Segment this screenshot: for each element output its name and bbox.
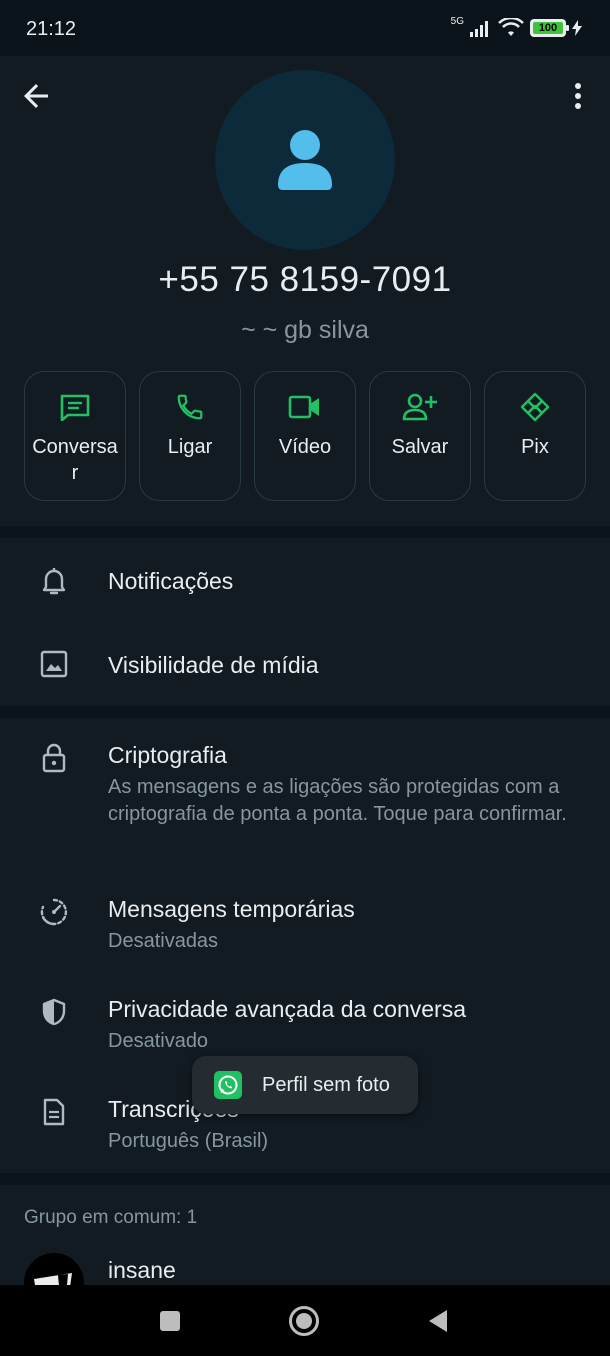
group-name: insane	[108, 1257, 176, 1283]
advanced-privacy-row[interactable]: Privacidade avançada da conversa Desativ…	[0, 978, 610, 1068]
notifications-row[interactable]: Notificações	[0, 538, 610, 622]
contact-push-name: ~ ~ gb silva	[241, 316, 369, 344]
triangle-back-icon	[429, 1310, 447, 1332]
status-icons: 5G 100	[450, 15, 582, 38]
profile-header: +55 75 8159-7091 ~ ~ gb silva Conversar …	[0, 56, 610, 526]
call-button[interactable]: Ligar	[139, 371, 241, 501]
bell-icon	[38, 565, 70, 597]
video-icon	[288, 395, 319, 419]
pix-button[interactable]: Pix	[484, 371, 586, 501]
navigation-bar	[0, 1285, 610, 1356]
lock-icon	[38, 742, 70, 774]
transcripts-language: Português (Brasil)	[108, 1130, 269, 1152]
status-bar: 21:12 5G 100	[0, 0, 610, 56]
encryption-description: As mensagens e as ligações são protegida…	[108, 776, 567, 825]
battery-level: 100	[538, 22, 558, 34]
notifications-label: Notificações	[108, 568, 234, 594]
toast: Perfil sem foto	[192, 1056, 418, 1114]
network-label: 5G	[450, 15, 464, 27]
status-time: 21:12	[26, 18, 77, 40]
phone-icon	[177, 394, 203, 420]
square-icon	[160, 1311, 180, 1331]
contact-phone: +55 75 8159-7091	[158, 260, 452, 299]
more-vert-icon	[575, 83, 581, 109]
whatsapp-icon	[214, 1071, 242, 1099]
media-visibility-row[interactable]: Visibilidade de mídia	[0, 622, 610, 706]
save-contact-button[interactable]: Salvar	[369, 371, 471, 501]
toast-text: Perfil sem foto	[262, 1073, 390, 1096]
pix-icon	[520, 392, 550, 422]
contact-avatar[interactable]	[215, 70, 395, 250]
group-avatar	[24, 1253, 84, 1285]
recents-button[interactable]	[154, 1305, 186, 1337]
disappearing-messages-row[interactable]: Mensagens temporárias Desativadas	[0, 878, 610, 968]
pix-button-label: Pix	[521, 436, 549, 458]
save-contact-button-label: Salvar	[391, 436, 449, 458]
message-icon	[60, 394, 90, 421]
add-contact-icon	[402, 393, 437, 421]
home-button[interactable]	[288, 1305, 320, 1337]
advanced-privacy-title: Privacidade avançada da conversa	[108, 996, 467, 1022]
back-nav-button[interactable]	[422, 1305, 454, 1337]
back-button[interactable]	[18, 78, 54, 114]
advanced-privacy-status: Desativado	[108, 1030, 209, 1052]
notification-settings: Notificações Visibilidade de mídia	[0, 538, 610, 706]
disappearing-messages-title: Mensagens temporárias	[108, 896, 355, 922]
person-icon	[278, 130, 332, 190]
action-buttons: Conversar Ligar Vídeo Salvar Pix	[24, 371, 586, 501]
charging-icon	[572, 20, 582, 36]
image-icon	[38, 648, 70, 680]
signal-icon	[470, 21, 488, 37]
document-icon	[38, 1096, 70, 1128]
video-button[interactable]: Vídeo	[254, 371, 356, 501]
common-groups-header: Grupo em comum: 1	[24, 1207, 198, 1228]
disappearing-messages-status: Desativadas	[108, 930, 219, 952]
encryption-row[interactable]: Criptografia As mensagens e as ligações …	[0, 718, 610, 868]
arrow-left-icon	[24, 84, 48, 108]
media-visibility-label: Visibilidade de mídia	[108, 652, 319, 678]
home-circle-icon	[289, 1306, 319, 1336]
message-button-label: Conversar	[32, 436, 118, 484]
shield-icon	[38, 996, 70, 1028]
message-button[interactable]: Conversar	[24, 371, 126, 501]
call-button-label: Ligar	[167, 436, 213, 458]
timer-icon	[38, 896, 70, 928]
battery-icon: 100	[530, 19, 569, 37]
video-button-label: Vídeo	[278, 436, 332, 458]
wifi-icon	[498, 18, 524, 36]
encryption-title: Criptografia	[108, 742, 227, 768]
common-groups: Grupo em comum: 1 insane	[0, 1185, 610, 1285]
more-options-button[interactable]	[564, 78, 592, 114]
